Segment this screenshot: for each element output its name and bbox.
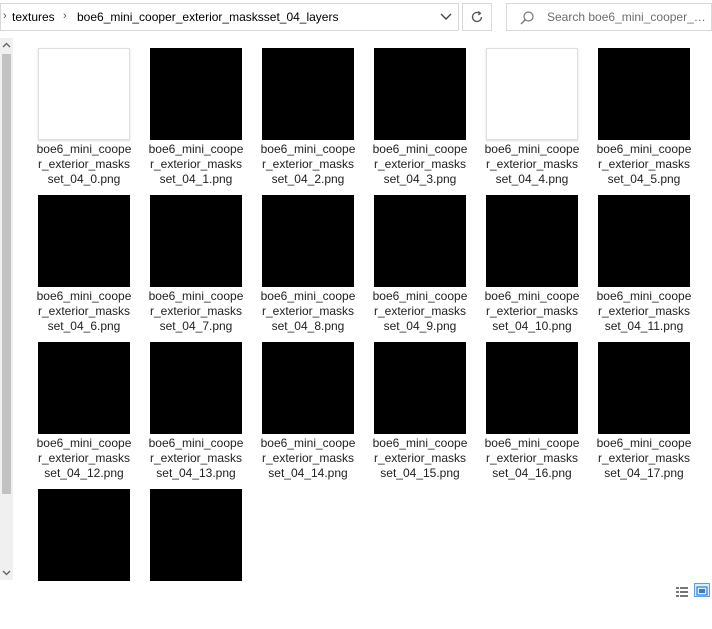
file-thumbnail[interactable] <box>38 48 130 140</box>
file-thumbnail[interactable] <box>486 48 578 140</box>
file-thumbnail[interactable] <box>598 48 690 140</box>
file-thumbnail[interactable] <box>150 48 242 140</box>
file-thumbnail[interactable] <box>598 195 690 287</box>
file-thumbnail[interactable] <box>38 195 130 287</box>
file-item[interactable]: boe6_mini_cooper_exterior_masksset_04_4.… <box>483 45 589 188</box>
file-item[interactable]: boe6_mini_cooper_exterior_masksset_04_13… <box>147 339 253 482</box>
file-name[interactable]: boe6_mini_cooper_exterior_masksset_04_4.… <box>483 142 581 187</box>
file-thumbnail[interactable] <box>262 195 354 287</box>
file-item[interactable]: boe6_mini_cooper_exterior_masksset_04_14… <box>259 339 365 482</box>
file-name[interactable]: boe6_mini_cooper_exterior_masksset_04_14… <box>259 436 357 481</box>
file-item[interactable]: boe6_mini_cooper_exterior_masksset_04_3.… <box>371 45 477 188</box>
file-item[interactable]: boe6_mini_cooper_exterior_masksset_04_1.… <box>147 45 253 188</box>
file-item[interactable]: boe6_mini_cooper_exterior_masksset_04_10… <box>483 192 589 335</box>
file-item[interactable]: boe6_mini_cooper_exterior_masksset_04_5.… <box>595 45 701 188</box>
file-name[interactable]: boe6_mini_cooper_exterior_masksset_04_9.… <box>371 289 469 334</box>
file-name[interactable]: boe6_mini_cooper_exterior_masksset_04_8.… <box>259 289 357 334</box>
file-item[interactable]: boe6_mini_cooper_exterior_masksset_04_7.… <box>147 192 253 335</box>
view-toggles <box>674 583 712 597</box>
file-thumbnail[interactable] <box>262 48 354 140</box>
file-item[interactable] <box>147 486 253 629</box>
file-item[interactable] <box>35 486 141 629</box>
file-name[interactable]: boe6_mini_cooper_exterior_masksset_04_10… <box>483 289 581 334</box>
file-item[interactable]: boe6_mini_cooper_exterior_masksset_04_17… <box>595 339 701 482</box>
file-grid: boe6_mini_cooper_exterior_masksset_04_0.… <box>0 0 712 597</box>
file-thumbnail[interactable] <box>598 342 690 434</box>
file-name[interactable]: boe6_mini_cooper_exterior_masksset_04_1.… <box>147 142 245 187</box>
file-name[interactable]: boe6_mini_cooper_exterior_masksset_04_3.… <box>371 142 469 187</box>
large-icons-view-icon <box>696 586 708 596</box>
file-name[interactable]: boe6_mini_cooper_exterior_masksset_04_15… <box>371 436 469 481</box>
file-name[interactable]: boe6_mini_cooper_exterior_masksset_04_2.… <box>259 142 357 187</box>
file-name[interactable]: boe6_mini_cooper_exterior_masksset_04_13… <box>147 436 245 481</box>
file-thumbnail[interactable] <box>150 342 242 434</box>
file-name[interactable]: boe6_mini_cooper_exterior_masksset_04_17… <box>595 436 693 481</box>
file-thumbnail[interactable] <box>150 489 242 581</box>
file-name[interactable]: boe6_mini_cooper_exterior_masksset_04_7.… <box>147 289 245 334</box>
file-thumbnail[interactable] <box>38 342 130 434</box>
file-item[interactable]: boe6_mini_cooper_exterior_masksset_04_2.… <box>259 45 365 188</box>
file-item[interactable]: boe6_mini_cooper_exterior_masksset_04_15… <box>371 339 477 482</box>
file-item[interactable]: boe6_mini_cooper_exterior_masksset_04_9.… <box>371 192 477 335</box>
file-thumbnail[interactable] <box>38 489 130 581</box>
file-thumbnail[interactable] <box>374 195 466 287</box>
file-thumbnail[interactable] <box>262 342 354 434</box>
file-item[interactable]: boe6_mini_cooper_exterior_masksset_04_6.… <box>35 192 141 335</box>
file-name[interactable]: boe6_mini_cooper_exterior_masksset_04_5.… <box>595 142 693 187</box>
file-item[interactable]: boe6_mini_cooper_exterior_masksset_04_12… <box>35 339 141 482</box>
file-item[interactable]: boe6_mini_cooper_exterior_masksset_04_8.… <box>259 192 365 335</box>
file-thumbnail[interactable] <box>374 342 466 434</box>
file-thumbnail[interactable] <box>486 195 578 287</box>
file-thumbnail[interactable] <box>150 195 242 287</box>
large-icons-view-button[interactable] <box>694 583 710 597</box>
file-name[interactable]: boe6_mini_cooper_exterior_masksset_04_11… <box>595 289 693 334</box>
file-name[interactable]: boe6_mini_cooper_exterior_masksset_04_6.… <box>35 289 133 334</box>
file-thumbnail[interactable] <box>486 342 578 434</box>
details-view-button[interactable] <box>674 583 690 597</box>
file-item[interactable]: boe6_mini_cooper_exterior_masksset_04_0.… <box>35 45 141 188</box>
file-name[interactable]: boe6_mini_cooper_exterior_masksset_04_0.… <box>35 142 133 187</box>
file-name[interactable]: boe6_mini_cooper_exterior_masksset_04_12… <box>35 436 133 481</box>
file-item[interactable]: boe6_mini_cooper_exterior_masksset_04_16… <box>483 339 589 482</box>
file-name[interactable]: boe6_mini_cooper_exterior_masksset_04_16… <box>483 436 581 481</box>
details-view-icon <box>676 587 688 597</box>
file-item[interactable]: boe6_mini_cooper_exterior_masksset_04_11… <box>595 192 701 335</box>
file-thumbnail[interactable] <box>374 48 466 140</box>
